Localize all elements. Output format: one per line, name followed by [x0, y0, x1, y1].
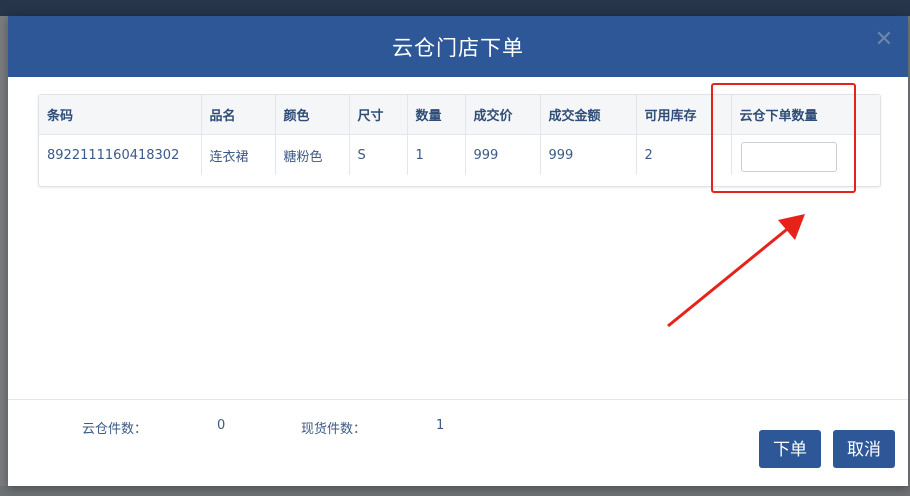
column-header-barcode[interactable]: 条码 [39, 95, 202, 135]
column-header-cloud-order-qty[interactable]: 云仓下单数量 [731, 95, 880, 135]
column-header-size[interactable]: 尺寸 [349, 95, 408, 135]
column-header-price[interactable]: 成交价 [465, 95, 541, 135]
cell-amount: 999 [540, 134, 637, 175]
cell-quantity: 1 [407, 134, 466, 175]
order-dialog: 云仓门店下单 ✕ 条码 品名 颜色 尺寸 数量 成交价 成交金额 可用库存 云仓… [8, 16, 908, 486]
order-table: 条码 品名 颜色 尺寸 数量 成交价 成交金额 可用库存 云仓下单数量 8922… [38, 94, 881, 187]
page-backdrop-top [0, 0, 910, 16]
annotation-arrow [667, 214, 805, 328]
dialog-header: 云仓门店下单 ✕ [8, 16, 908, 77]
dialog-title: 云仓门店下单 [392, 36, 524, 60]
annotation-arrow-head [778, 214, 805, 240]
page-backdrop-left [0, 16, 8, 486]
column-header-color[interactable]: 颜色 [275, 95, 350, 135]
annotation-arrow-line [667, 224, 792, 328]
cell-cloud-order-qty [731, 135, 880, 176]
cancel-button[interactable]: 取消 [833, 430, 895, 468]
column-header-quantity[interactable]: 数量 [407, 95, 466, 135]
cell-size: S [349, 134, 408, 175]
close-icon[interactable]: ✕ [874, 29, 894, 51]
cell-color: 糖粉色 [275, 134, 350, 175]
cell-price: 999 [465, 134, 541, 175]
submit-order-button[interactable]: 下单 [759, 430, 821, 468]
column-header-name[interactable]: 品名 [201, 95, 276, 135]
cell-available-stock: 2 [636, 134, 732, 175]
cloud-count-value: 0 [217, 418, 226, 433]
stock-count-value: 1 [436, 418, 445, 433]
footer-divider [8, 399, 908, 400]
column-header-available-stock[interactable]: 可用库存 [636, 95, 732, 135]
cell-name: 连衣裙 [201, 134, 276, 175]
cloud-order-qty-input[interactable] [740, 141, 837, 172]
cell-barcode: 8922111160418302 [39, 134, 202, 175]
table-header-row: 条码 品名 颜色 尺寸 数量 成交价 成交金额 可用库存 云仓下单数量 [39, 95, 880, 135]
table-row: 8922111160418302 连衣裙 糖粉色 S 1 999 999 2 [39, 134, 880, 176]
column-header-amount[interactable]: 成交金额 [540, 95, 637, 135]
cloud-count-label: 云仓件数： [82, 422, 148, 437]
stock-count-label: 现货件数： [301, 422, 367, 437]
